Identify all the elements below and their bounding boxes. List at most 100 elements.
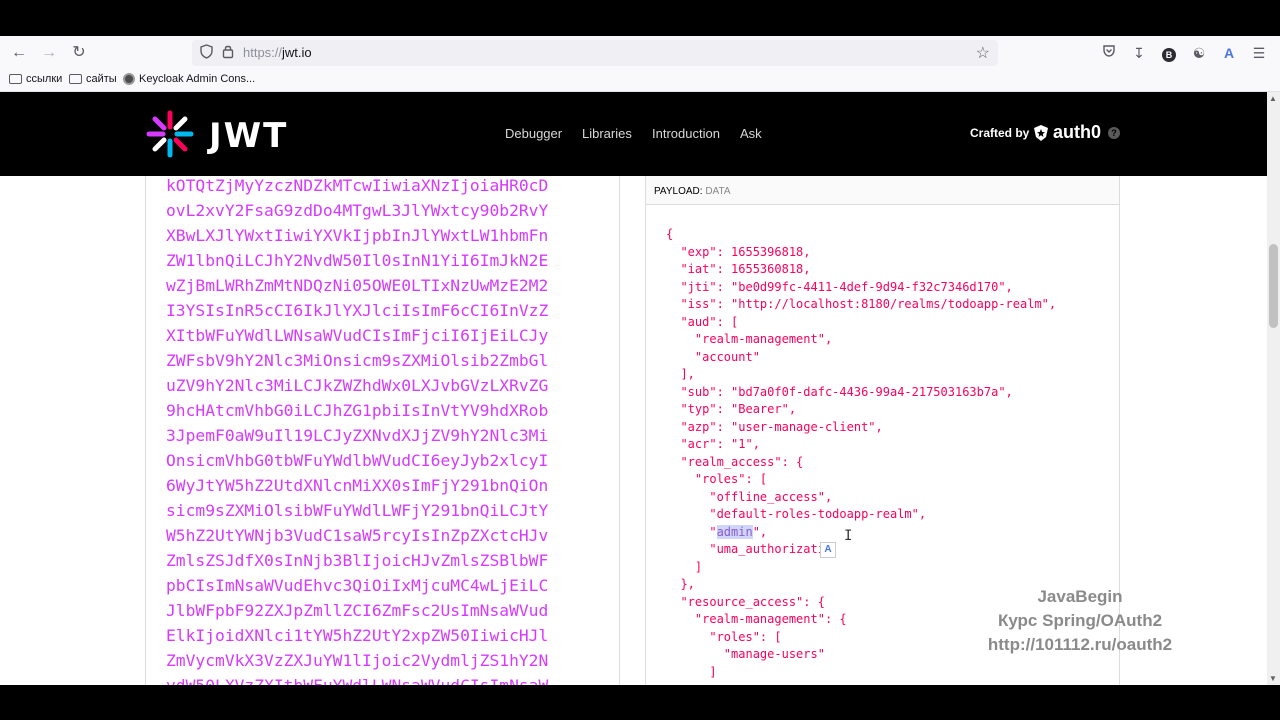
payload-json-line[interactable]: "resource_access": { — [666, 595, 825, 609]
payload-json-line[interactable]: "account" — [666, 350, 760, 364]
encoded-line[interactable]: 3JpemF0aW9uIl19LCJyZXNvdXJjZV9hY2Nlc3Mi — [166, 426, 548, 445]
url-text[interactable]: https://jwt.io — [243, 45, 312, 60]
back-button[interactable]: ← — [9, 43, 29, 63]
selected-text[interactable]: admin — [716, 524, 753, 539]
shield-icon[interactable] — [200, 44, 214, 61]
watermark-line-3: http://101112.ru/oauth2 — [987, 635, 1173, 654]
browser-toolbar: ← → ↻ https://jwt.io ☆ ↧ B ☯ A ☰ — [0, 36, 1280, 70]
payload-json-line[interactable]: "roles": [ — [666, 472, 767, 486]
payload-json-line[interactable]: "manage-users" — [666, 647, 825, 661]
encoded-line[interactable]: 6WyJtYW5hZ2UtdXNlcnMiXX0sImFjY291bnQiOn — [166, 476, 548, 495]
folder-icon — [69, 74, 82, 84]
auth0-text: auth0 — [1053, 122, 1102, 142]
nav-libraries[interactable]: Libraries — [582, 126, 632, 141]
payload-json-line[interactable]: "aud": [ — [666, 315, 738, 329]
translate-popup-icon[interactable]: A — [820, 542, 836, 558]
payload-json-line[interactable]: ] — [666, 560, 702, 574]
payload-json-line[interactable]: "admin", — [666, 524, 767, 539]
encoded-line[interactable]: ZW1lbnQiLCJhY2NvdW50Il0sInN1YiI6ImJkN2E — [166, 251, 548, 270]
extensions-icon[interactable]: ☯ — [1190, 44, 1208, 62]
auth0-link[interactable]: auth0 — [1032, 122, 1101, 143]
page-scrollbar[interactable]: ▲ ▼ — [1267, 92, 1280, 685]
bookmarks-bar: ссылки сайты Keycloak Admin Cons... — [0, 70, 1280, 92]
crafted-by-label: Crafted by — [970, 126, 1030, 140]
help-icon[interactable]: ? — [1108, 127, 1120, 139]
encoded-line[interactable]: ZmlsZSJdfX0sInNjb3BlIjoicHJvZmlsZSBlbWF — [166, 551, 548, 570]
scroll-up-icon[interactable]: ▲ — [1269, 94, 1277, 103]
text-cursor-icon: I — [844, 528, 853, 544]
translate-extension-icon[interactable]: A — [1220, 44, 1238, 62]
bookmark-label: сайты — [86, 73, 117, 85]
encoded-line[interactable]: ovL2xvY2FsaG9zdDo4MTgwL3JlYWxtcy90b2RvY — [166, 201, 548, 220]
lock-icon[interactable] — [222, 44, 234, 62]
profile-letter: B — [1162, 48, 1176, 62]
profile-icon[interactable]: B — [1160, 44, 1178, 62]
watermark-line-1: JavaBegin — [1037, 587, 1123, 606]
nav-introduction[interactable]: Introduction — [652, 126, 720, 141]
payload-json-line[interactable]: "acr": "1", — [666, 437, 759, 451]
download-icon[interactable]: ↧ — [1130, 44, 1148, 62]
scrollbar-thumb[interactable] — [1269, 244, 1278, 328]
encoded-line[interactable]: XItbWFuYWdlLWNsaWVudCIsImFjciI6IjEiLCJy — [166, 326, 548, 345]
encoded-line[interactable]: wZjBmLWRhZmMtNDQzNi05OWE0LTIxNzUwMzE2M2 — [166, 276, 548, 295]
encoded-line[interactable]: JlbWFpbF92ZXJpZmllZCI6ZmFsc2UsImNsaWVud — [166, 601, 548, 620]
forward-button[interactable]: → — [39, 43, 59, 63]
bookmark-label: Keycloak Admin Cons... — [139, 73, 256, 85]
encoded-token-panel[interactable]: kOTQtZjMyYzczNDZkMTcwIiwiaXNzIjoiaHR0cD o… — [145, 176, 620, 685]
payload-json-line[interactable]: "jti": "be0d99fc-4411-4def-9d94-f32c7346… — [666, 280, 1012, 294]
bookmark-folder-sites[interactable]: сайты — [69, 73, 117, 85]
encoded-line[interactable]: XBwLXJlYWxtIiwiYXVkIjpbInJlYWxtLW1hbmFn — [166, 226, 548, 245]
payload-json-line[interactable]: "offline_access", — [666, 490, 832, 504]
encoded-line[interactable]: uZV9hY2Nlc3MiLCJkZWZhdWx0LXJvbGVzLXRvZG — [166, 376, 548, 395]
bookmark-folder-links[interactable]: ссылки — [9, 73, 62, 85]
payload-json-line[interactable]: }, — [666, 577, 694, 591]
payload-json-line[interactable]: "azp": "user-manage-client", — [666, 420, 882, 434]
site-header: JWT Debugger Libraries Introduction Ask … — [0, 92, 1267, 176]
auth0-shield-icon — [1034, 124, 1048, 141]
encoded-line[interactable]: sicm9sZXMiOlsibWFuYWdlLWFjY291bnQiLCJtY — [166, 501, 548, 520]
encoded-line[interactable]: pbCIsImNsaWVudEhvc3QiOiIxMjcuMC4wLjEiLC — [166, 576, 548, 595]
payload-json-line[interactable]: "typ": "Bearer", — [666, 402, 796, 416]
encoded-line[interactable]: ZmVycmVkX3VzZXJuYW1lIjoic2VydmljZS1hY2N — [166, 651, 548, 670]
payload-sublabel: DATA — [705, 186, 731, 197]
jwt-logo-icon[interactable] — [145, 109, 195, 159]
payload-json-line[interactable]: { — [666, 227, 673, 241]
encoded-line[interactable]: OnsicmVhbG0tbWFuYWdlbWVudCI6eyJyb2xlcyI — [166, 451, 548, 470]
folder-icon — [9, 74, 22, 84]
payload-json-line[interactable]: "default-roles-todoapp-realm", — [666, 507, 926, 521]
payload-json-line[interactable]: "roles": [ — [666, 630, 781, 644]
watermark: JavaBegin Курс Spring/OAuth2 http://1011… — [960, 585, 1200, 657]
payload-json-line[interactable]: "iat": 1655360818, — [666, 262, 810, 276]
screen: ← → ↻ https://jwt.io ☆ ↧ B ☯ A ☰ ссылки — [0, 0, 1280, 720]
encoded-line[interactable]: 9hcHAtcmVhbG0iLCJhZG1pbiIsInVtYV9hdXRob — [166, 401, 548, 420]
bookmark-star-icon[interactable]: ☆ — [976, 43, 990, 63]
payload-json-line[interactable]: ] — [666, 665, 716, 679]
encoded-line[interactable]: I3YSIsInR5cCI6IkJlYXJlciIsImF6cCI6InVzZ — [166, 301, 548, 320]
url-protocol: https:// — [243, 45, 283, 60]
payload-json-line[interactable]: "realm-management", — [666, 332, 832, 346]
menu-icon[interactable]: ☰ — [1250, 44, 1268, 62]
payload-json-line[interactable]: "realm_access": { — [666, 455, 803, 469]
payload-json-line[interactable]: "exp": 1655396818, — [666, 245, 810, 259]
bookmark-keycloak[interactable]: Keycloak Admin Cons... — [123, 73, 255, 85]
payload-json-line[interactable]: ], — [666, 367, 694, 381]
url-host: jwt.io — [282, 45, 312, 60]
nav-ask[interactable]: Ask — [740, 126, 762, 141]
encoded-line[interactable]: kOTQtZjMyYzczNDZkMTcwIiwiaXNzIjoiaHR0cD — [166, 176, 548, 195]
logo-text[interactable]: JWT — [209, 116, 288, 156]
pocket-icon[interactable] — [1100, 44, 1118, 62]
payload-json-line[interactable]: "realm-management": { — [666, 612, 847, 626]
keycloak-icon — [123, 73, 135, 85]
payload-json-line[interactable]: "uma_authorizati — [666, 542, 825, 556]
encoded-line[interactable]: W5hZ2UtYWNjb3VudC1saW5rcyIsInZpZXctcHJv — [166, 526, 548, 545]
payload-json-line[interactable]: "sub": "bd7a0f0f-dafc-4436-99a4-21750316… — [666, 385, 1012, 399]
url-bar[interactable]: https://jwt.io ☆ — [192, 40, 998, 66]
payload-json-line[interactable]: "iss": "http://localhost:8180/realms/tod… — [666, 297, 1056, 311]
encoded-line[interactable]: ElkIjoidXNlci1tYW5hZ2UtY2xpZW50IiwicHJl — [166, 626, 548, 645]
encoded-line[interactable]: ZWFsbV9hY2Nlc3MiOnsicm9sZXMiOlsib2ZmbGl — [166, 351, 548, 370]
encoded-line[interactable]: vdW50LXVzZXItbWFuYWdlLWNsaWVudCIsImNsaW — [166, 676, 548, 685]
scroll-down-icon[interactable]: ▼ — [1269, 674, 1277, 683]
reload-button[interactable]: ↻ — [69, 43, 89, 63]
nav-debugger[interactable]: Debugger — [505, 126, 562, 141]
payload-label: PAYLOAD: — [654, 186, 703, 197]
